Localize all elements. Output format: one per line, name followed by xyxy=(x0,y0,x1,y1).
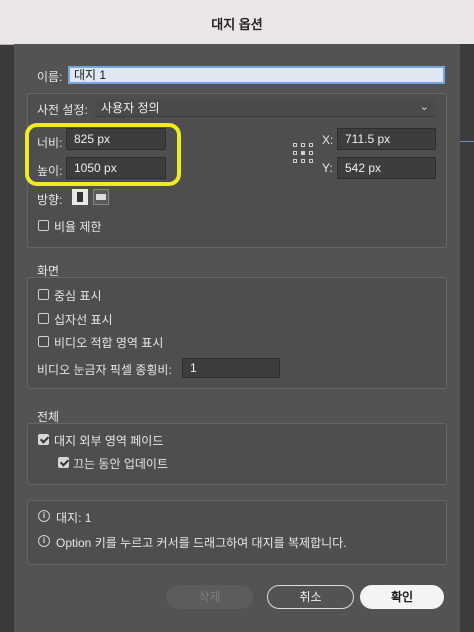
info-icon: i xyxy=(38,510,50,522)
ok-button[interactable]: 확인 xyxy=(360,585,444,609)
preset-label: 사전 설정: xyxy=(37,103,88,117)
annotation-highlight xyxy=(25,123,181,186)
video-safe-checkbox[interactable] xyxy=(38,336,49,347)
video-ruler-label: 비디오 눈금자 픽셀 종횡비: xyxy=(37,363,172,377)
update-drag-label: 끄는 동안 업데이트 xyxy=(73,457,168,471)
delete-button[interactable]: 삭제 xyxy=(166,585,253,609)
dialog-titlebar: 대지 옵션 xyxy=(0,0,474,45)
name-input[interactable]: 대지 1 xyxy=(68,66,445,84)
x-input[interactable]: 711.5 px xyxy=(337,128,436,150)
name-label: 이름: xyxy=(37,70,63,84)
background-app-edge xyxy=(460,44,474,632)
preset-select[interactable]: 사용자 정의 ⌄ xyxy=(95,99,435,117)
fade-region-label: 대지 외부 영역 페이드 xyxy=(54,434,164,448)
duplicate-tip: Option 키를 누르고 커서를 드래그하여 대지를 복제합니다. xyxy=(56,536,347,550)
x-label: X: xyxy=(322,133,334,147)
info-icon: i xyxy=(38,535,50,547)
constrain-label: 비율 제한 xyxy=(54,220,102,234)
landscape-orientation-icon[interactable] xyxy=(93,189,109,205)
center-mark-label: 중심 표시 xyxy=(54,289,102,303)
update-drag-checkbox[interactable] xyxy=(58,457,69,468)
video-ruler-input[interactable]: 1 xyxy=(182,358,280,378)
artboard-count: 대지: 1 xyxy=(56,511,92,525)
dialog-title: 대지 옵션 xyxy=(211,17,263,32)
cross-hairs-label: 십자선 표시 xyxy=(54,313,113,327)
orientation-label: 방향: xyxy=(37,193,63,207)
video-safe-label: 비디오 적합 영역 표시 xyxy=(54,336,164,350)
background-selection-line xyxy=(460,141,474,142)
portrait-orientation-icon[interactable] xyxy=(72,189,88,205)
center-mark-checkbox[interactable] xyxy=(38,289,49,300)
fade-region-checkbox[interactable] xyxy=(38,434,49,445)
reference-point-icon[interactable] xyxy=(293,143,313,163)
cross-hairs-checkbox[interactable] xyxy=(38,313,49,324)
chevron-down-icon: ⌄ xyxy=(419,101,429,113)
constrain-checkbox[interactable] xyxy=(38,220,49,231)
y-input[interactable]: 542 px xyxy=(337,157,436,179)
y-label: Y: xyxy=(322,161,333,175)
preset-value: 사용자 정의 xyxy=(101,101,160,115)
cancel-button[interactable]: 취소 xyxy=(267,585,354,609)
